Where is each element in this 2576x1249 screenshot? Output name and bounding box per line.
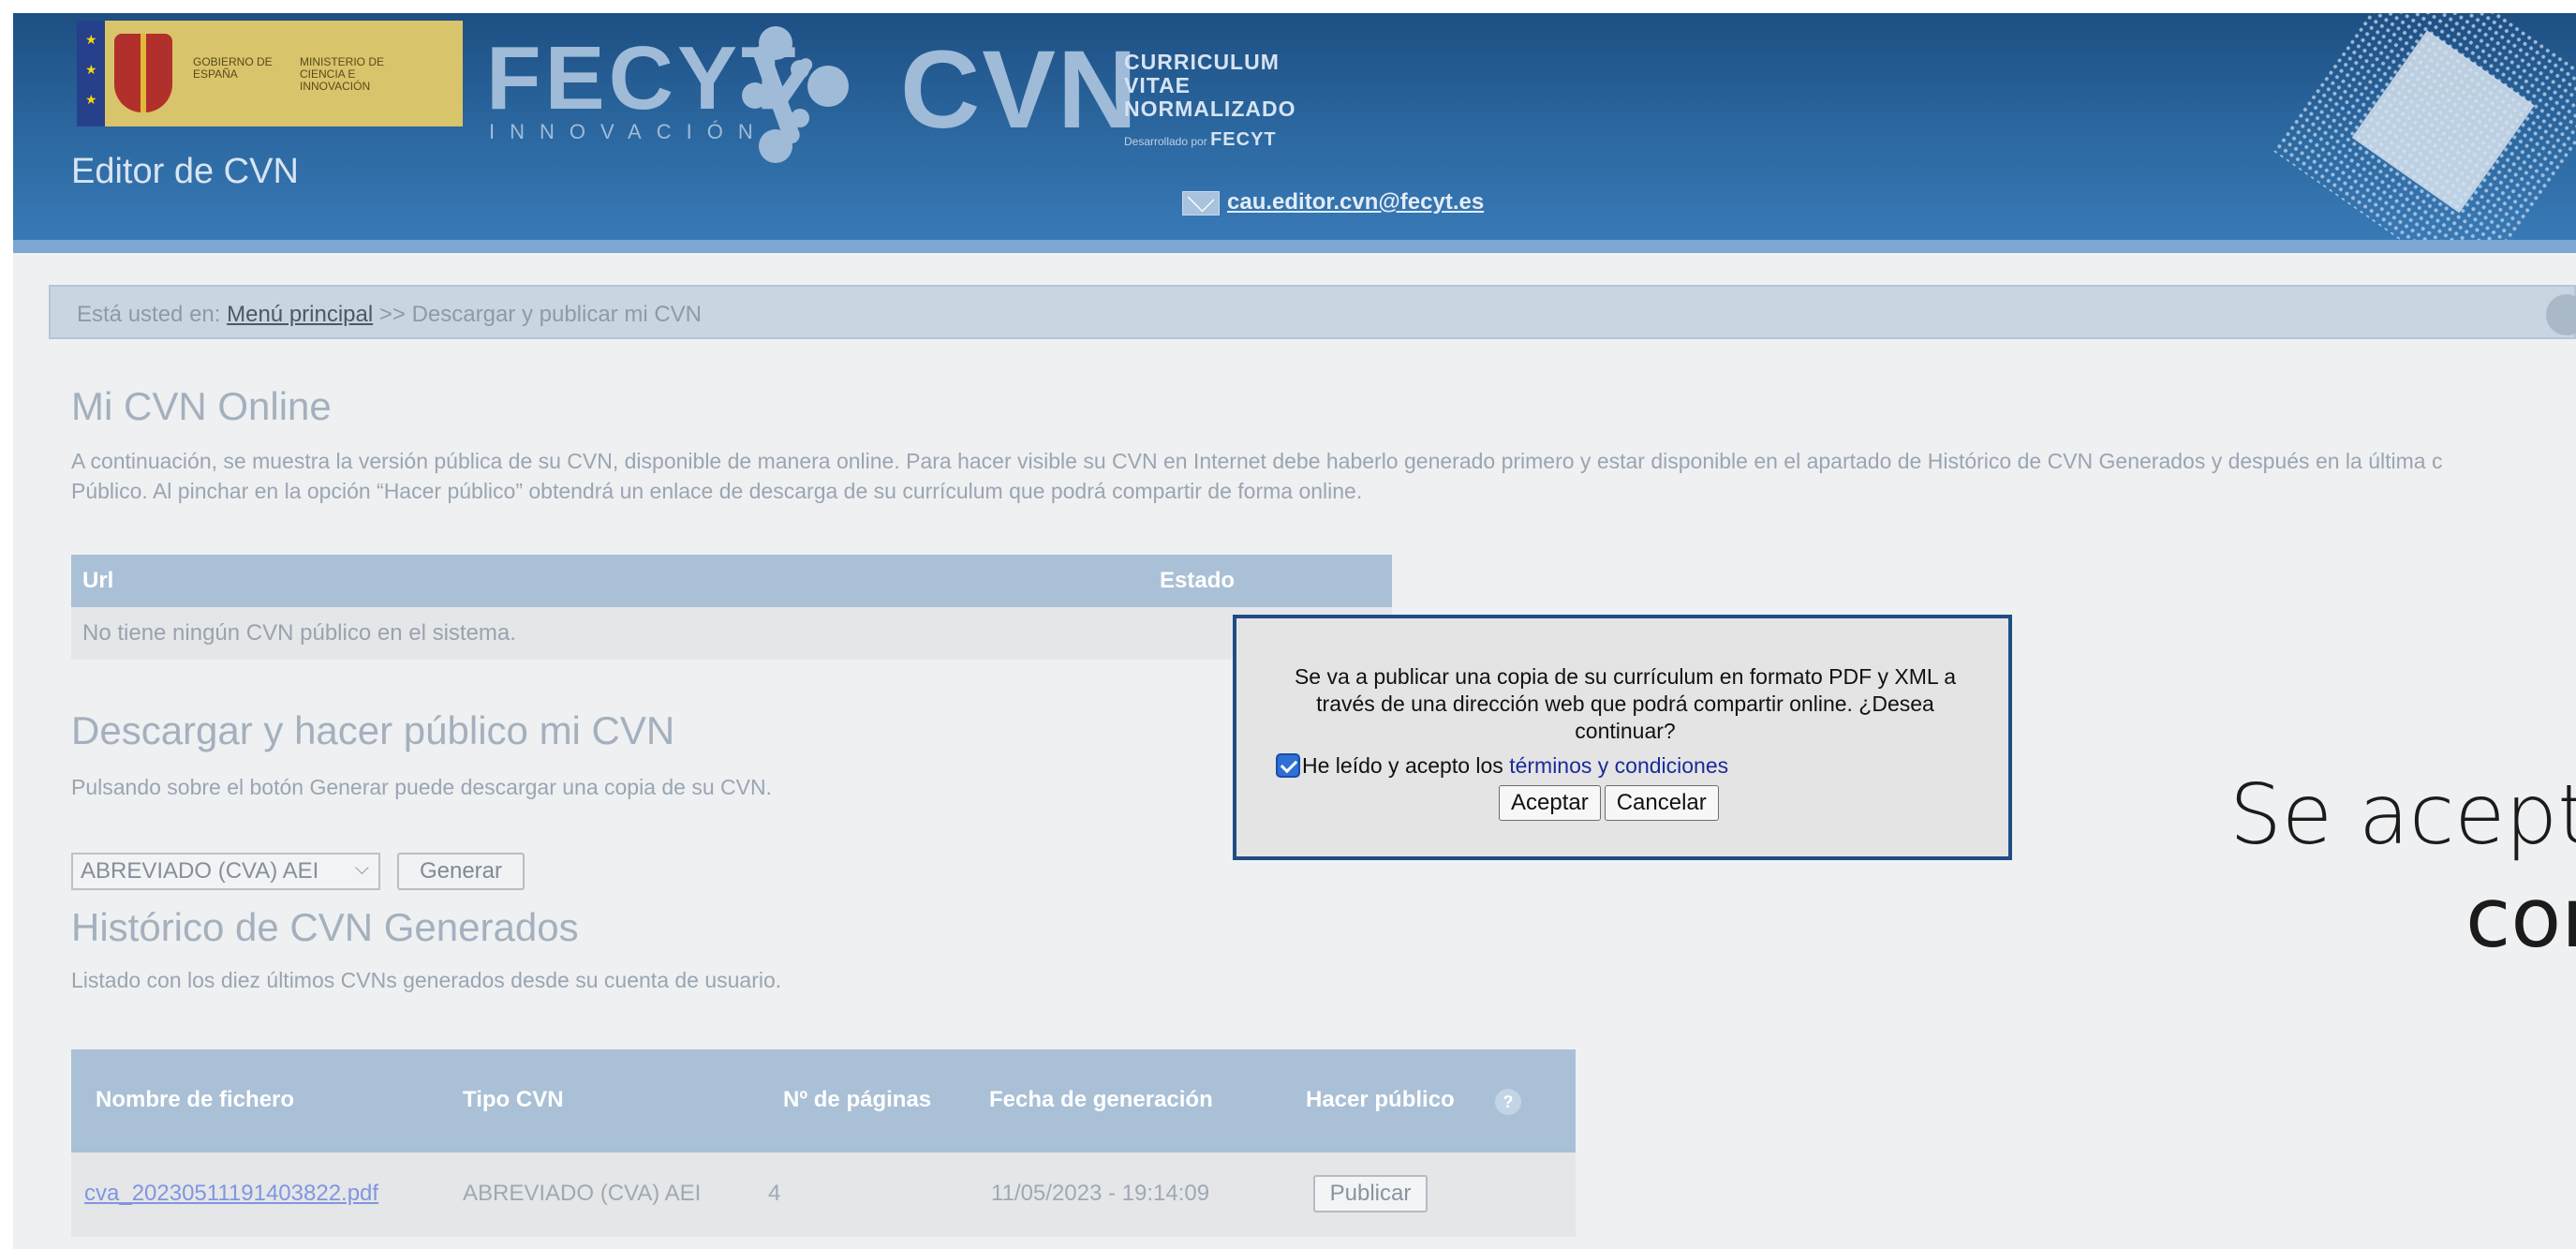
mail-icon [1182, 191, 1220, 216]
developed-by-brand: FECYT [1210, 129, 1277, 150]
cvn-word: CURRICULUM [1124, 50, 1280, 74]
eu-flag-icon: ★ ★ ★ [77, 21, 105, 126]
download-section-description: Pulsando sobre el botón Generar puede de… [71, 775, 772, 799]
public-cvn-table: Url Estado No tiene ningún CVN público e… [71, 555, 1392, 660]
cvn-type-selected: ABREVIADO (CVA) AEI [81, 858, 319, 884]
chevron-down-icon: ⌵ [354, 858, 369, 879]
cvn-logo-words: CURRICULUM VITAE NORMALIZADO [1124, 51, 1295, 121]
overlay-caption-line-2: con [2465, 870, 2576, 966]
site-header: ★ ★ ★ GOBIERNO DE ESPAÑA MINISTERIO DE CIE… [13, 13, 2576, 253]
breadcrumb-text: Está usted en: Menú principal >> Descarg… [77, 302, 702, 328]
dialog-buttons: Aceptar Cancelar [1499, 785, 1719, 821]
terms-checkbox[interactable] [1276, 753, 1300, 778]
government-logo[interactable]: ★ ★ ★ GOBIERNO DE ESPAÑA MINISTERIO DE CIE… [77, 21, 463, 126]
cvn-type-select[interactable]: ABREVIADO (CVA) AEI ⌵ [71, 853, 380, 890]
column-estado: Estado [1160, 568, 1236, 593]
terms-label: He leído y acepto los [1302, 753, 1503, 778]
column-make-public: Hacer público [1306, 1087, 1455, 1112]
date-cell: 11/05/2023 - 19:14:09 [991, 1181, 1210, 1206]
breadcrumb-prefix: Está usted en: [77, 302, 221, 327]
gov-logo-text-2: MINISTERIO DE CIENCIA E INNOVACIÓN [300, 55, 385, 93]
column-file-name: Nombre de fichero [96, 1087, 295, 1112]
pages-cell: 4 [768, 1181, 781, 1206]
developed-by: Desarrollado por FECYT [1124, 129, 1277, 151]
file-download-link[interactable]: cva_20230511191403822.pdf [84, 1181, 378, 1207]
cancel-button[interactable]: Cancelar [1604, 785, 1719, 821]
empty-message: No tiene ningún CVN público en el sistem… [82, 620, 516, 646]
publish-button[interactable]: Publicar [1313, 1175, 1428, 1212]
editor-title: Editor de CVN [71, 152, 299, 191]
user-icon[interactable] [2546, 294, 2576, 335]
column-cvn-type: Tipo CVN [463, 1087, 564, 1112]
column-date: Fecha de generación [989, 1087, 1213, 1112]
accept-button[interactable]: Aceptar [1499, 785, 1601, 821]
cvn-logo-text: CVN [900, 28, 1140, 152]
fecyt-molecule-icon [742, 26, 849, 163]
cvn-type-cell: ABREVIADO (CVA) AEI [463, 1181, 702, 1206]
table-row: No tiene ningún CVN público en el sistem… [71, 607, 1392, 660]
breadcrumb-current: >> Descargar y publicar mi CVN [378, 302, 702, 327]
history-table: Nombre de fichero Tipo CVN Nº de páginas… [71, 1049, 1576, 1237]
window-left-edge [0, 0, 13, 1249]
table-row: cva_20230511191403822.pdf ABREVIADO (CVA… [71, 1152, 1576, 1237]
support-email-link[interactable]: cau.editor.cvn@fecyt.es [1227, 189, 1484, 216]
online-section-title: Mi CVN Online [71, 384, 332, 428]
online-desc-line-2: Público. Al pinchar en la opción “Hacer … [71, 479, 1363, 503]
generate-button[interactable]: Generar [397, 853, 525, 890]
decorative-chip-graphic [2273, 13, 2576, 253]
history-section-title: Histórico de CVN Generados [71, 905, 579, 949]
download-section-title: Descargar y hacer público mi CVN [71, 708, 675, 752]
breadcrumb-home-link[interactable]: Menú principal [227, 302, 373, 327]
history-table-header: Nombre de fichero Tipo CVN Nº de páginas… [71, 1049, 1576, 1152]
cvn-word: NORMALIZADO [1124, 97, 1296, 121]
online-desc-line-1: A continuación, se muestra la versión pú… [71, 449, 2443, 473]
terms-link[interactable]: términos y condiciones [1509, 753, 1728, 778]
help-icon[interactable]: ? [1495, 1089, 1521, 1115]
gov-logo-text-1: GOBIERNO DE ESPAÑA [193, 55, 273, 81]
header-bottom-band [13, 240, 2576, 253]
history-section-description: Listado con los diez últimos CVNs genera… [71, 968, 782, 992]
breadcrumb: Está usted en: Menú principal >> Descarg… [49, 285, 2576, 339]
overlay-caption-line-1: Se aceptar [2229, 766, 2576, 863]
coat-of-arms-icon [114, 34, 172, 112]
column-url: Url [82, 568, 114, 593]
online-section-description: A continuación, se muestra la versión pú… [71, 446, 2576, 506]
developed-by-prefix: Desarrollado por [1124, 135, 1207, 148]
cvn-word: VITAE [1124, 73, 1192, 97]
publish-confirm-dialog: Se va a publicar una copia de su currícu… [1233, 615, 2012, 860]
public-cvn-table-header: Url Estado [71, 555, 1392, 607]
column-pages: Nº de páginas [783, 1087, 932, 1112]
window-top-edge [0, 0, 2576, 13]
fecyt-logo-subtitle: INNOVACIÓN [489, 120, 768, 143]
terms-row: He leído y acepto los términos y condici… [1276, 753, 1728, 779]
dialog-message: Se va a publicar una copia de su currícu… [1294, 664, 1957, 743]
